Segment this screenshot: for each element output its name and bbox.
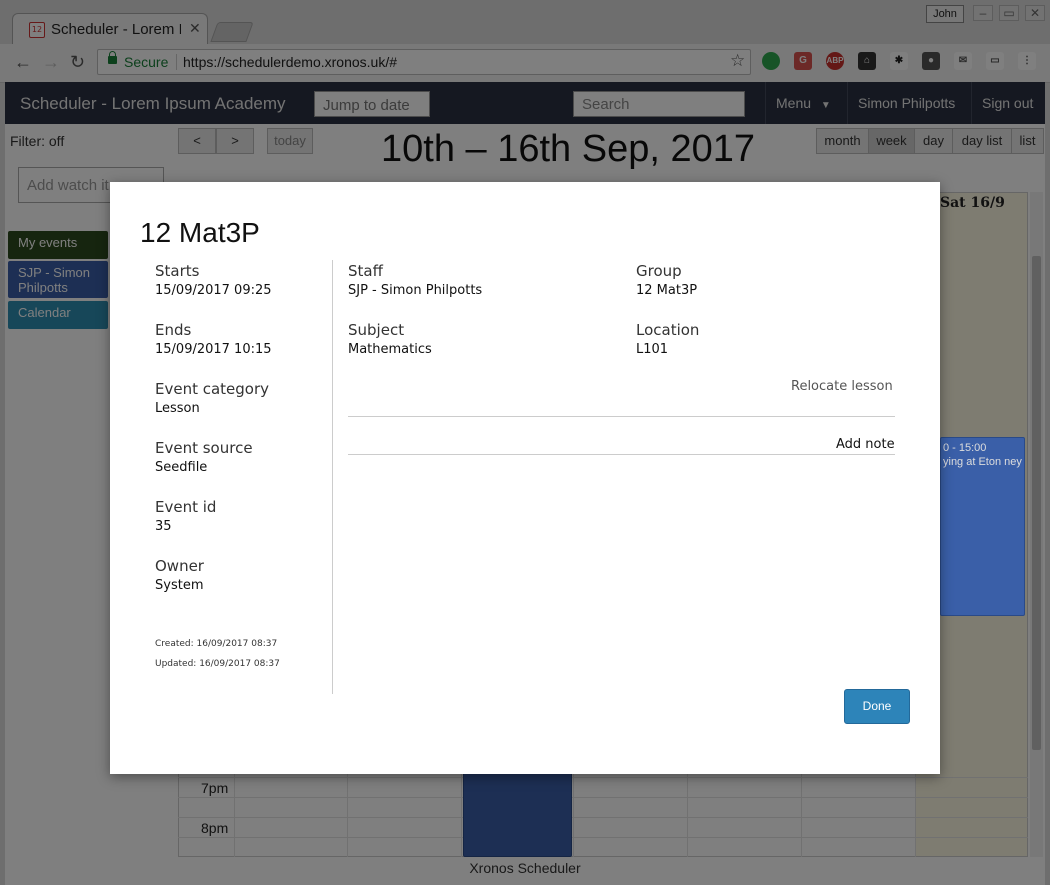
group-label: Group [636, 262, 682, 280]
add-note-button[interactable]: Add note [836, 437, 895, 452]
modal-rule [348, 454, 895, 455]
owner-value: System [155, 578, 204, 593]
relocate-lesson-button[interactable]: Relocate lesson [791, 379, 893, 394]
subject-value: Mathematics [348, 342, 432, 357]
created-timestamp: Created: 16/09/2017 08:37 [155, 639, 278, 649]
event-source-label: Event source [155, 439, 253, 457]
event-category-value: Lesson [155, 401, 200, 416]
updated-timestamp: Updated: 16/09/2017 08:37 [155, 659, 280, 669]
location-value: L101 [636, 342, 669, 357]
event-detail-modal: 12 Mat3P Starts 15/09/2017 09:25 Ends 15… [110, 182, 940, 774]
starts-value: 15/09/2017 09:25 [155, 283, 272, 298]
location-label: Location [636, 321, 700, 339]
ends-label: Ends [155, 321, 192, 339]
modal-column-divider [332, 260, 333, 694]
event-title: ying at Eton ney [943, 456, 1022, 468]
owner-label: Owner [155, 557, 204, 575]
starts-label: Starts [155, 262, 200, 280]
done-button[interactable]: Done [844, 689, 910, 724]
modal-title: 12 Mat3P [140, 217, 260, 248]
event-source-value: Seedfile [155, 460, 208, 475]
ends-value: 15/09/2017 10:15 [155, 342, 272, 357]
subject-label: Subject [348, 321, 405, 339]
event-id-label: Event id [155, 498, 217, 516]
event-category-label: Event category [155, 380, 270, 398]
modal-rule [348, 416, 895, 417]
event-id-value: 35 [155, 519, 172, 534]
group-value: 12 Mat3P [636, 283, 698, 298]
saturday-event[interactable]: 0 - 15:00 ying at Eton ney [940, 437, 1025, 616]
staff-label: Staff [348, 262, 383, 280]
staff-value: SJP - Simon Philpotts [348, 283, 483, 298]
event-time: 0 - 15:00 [943, 442, 987, 454]
